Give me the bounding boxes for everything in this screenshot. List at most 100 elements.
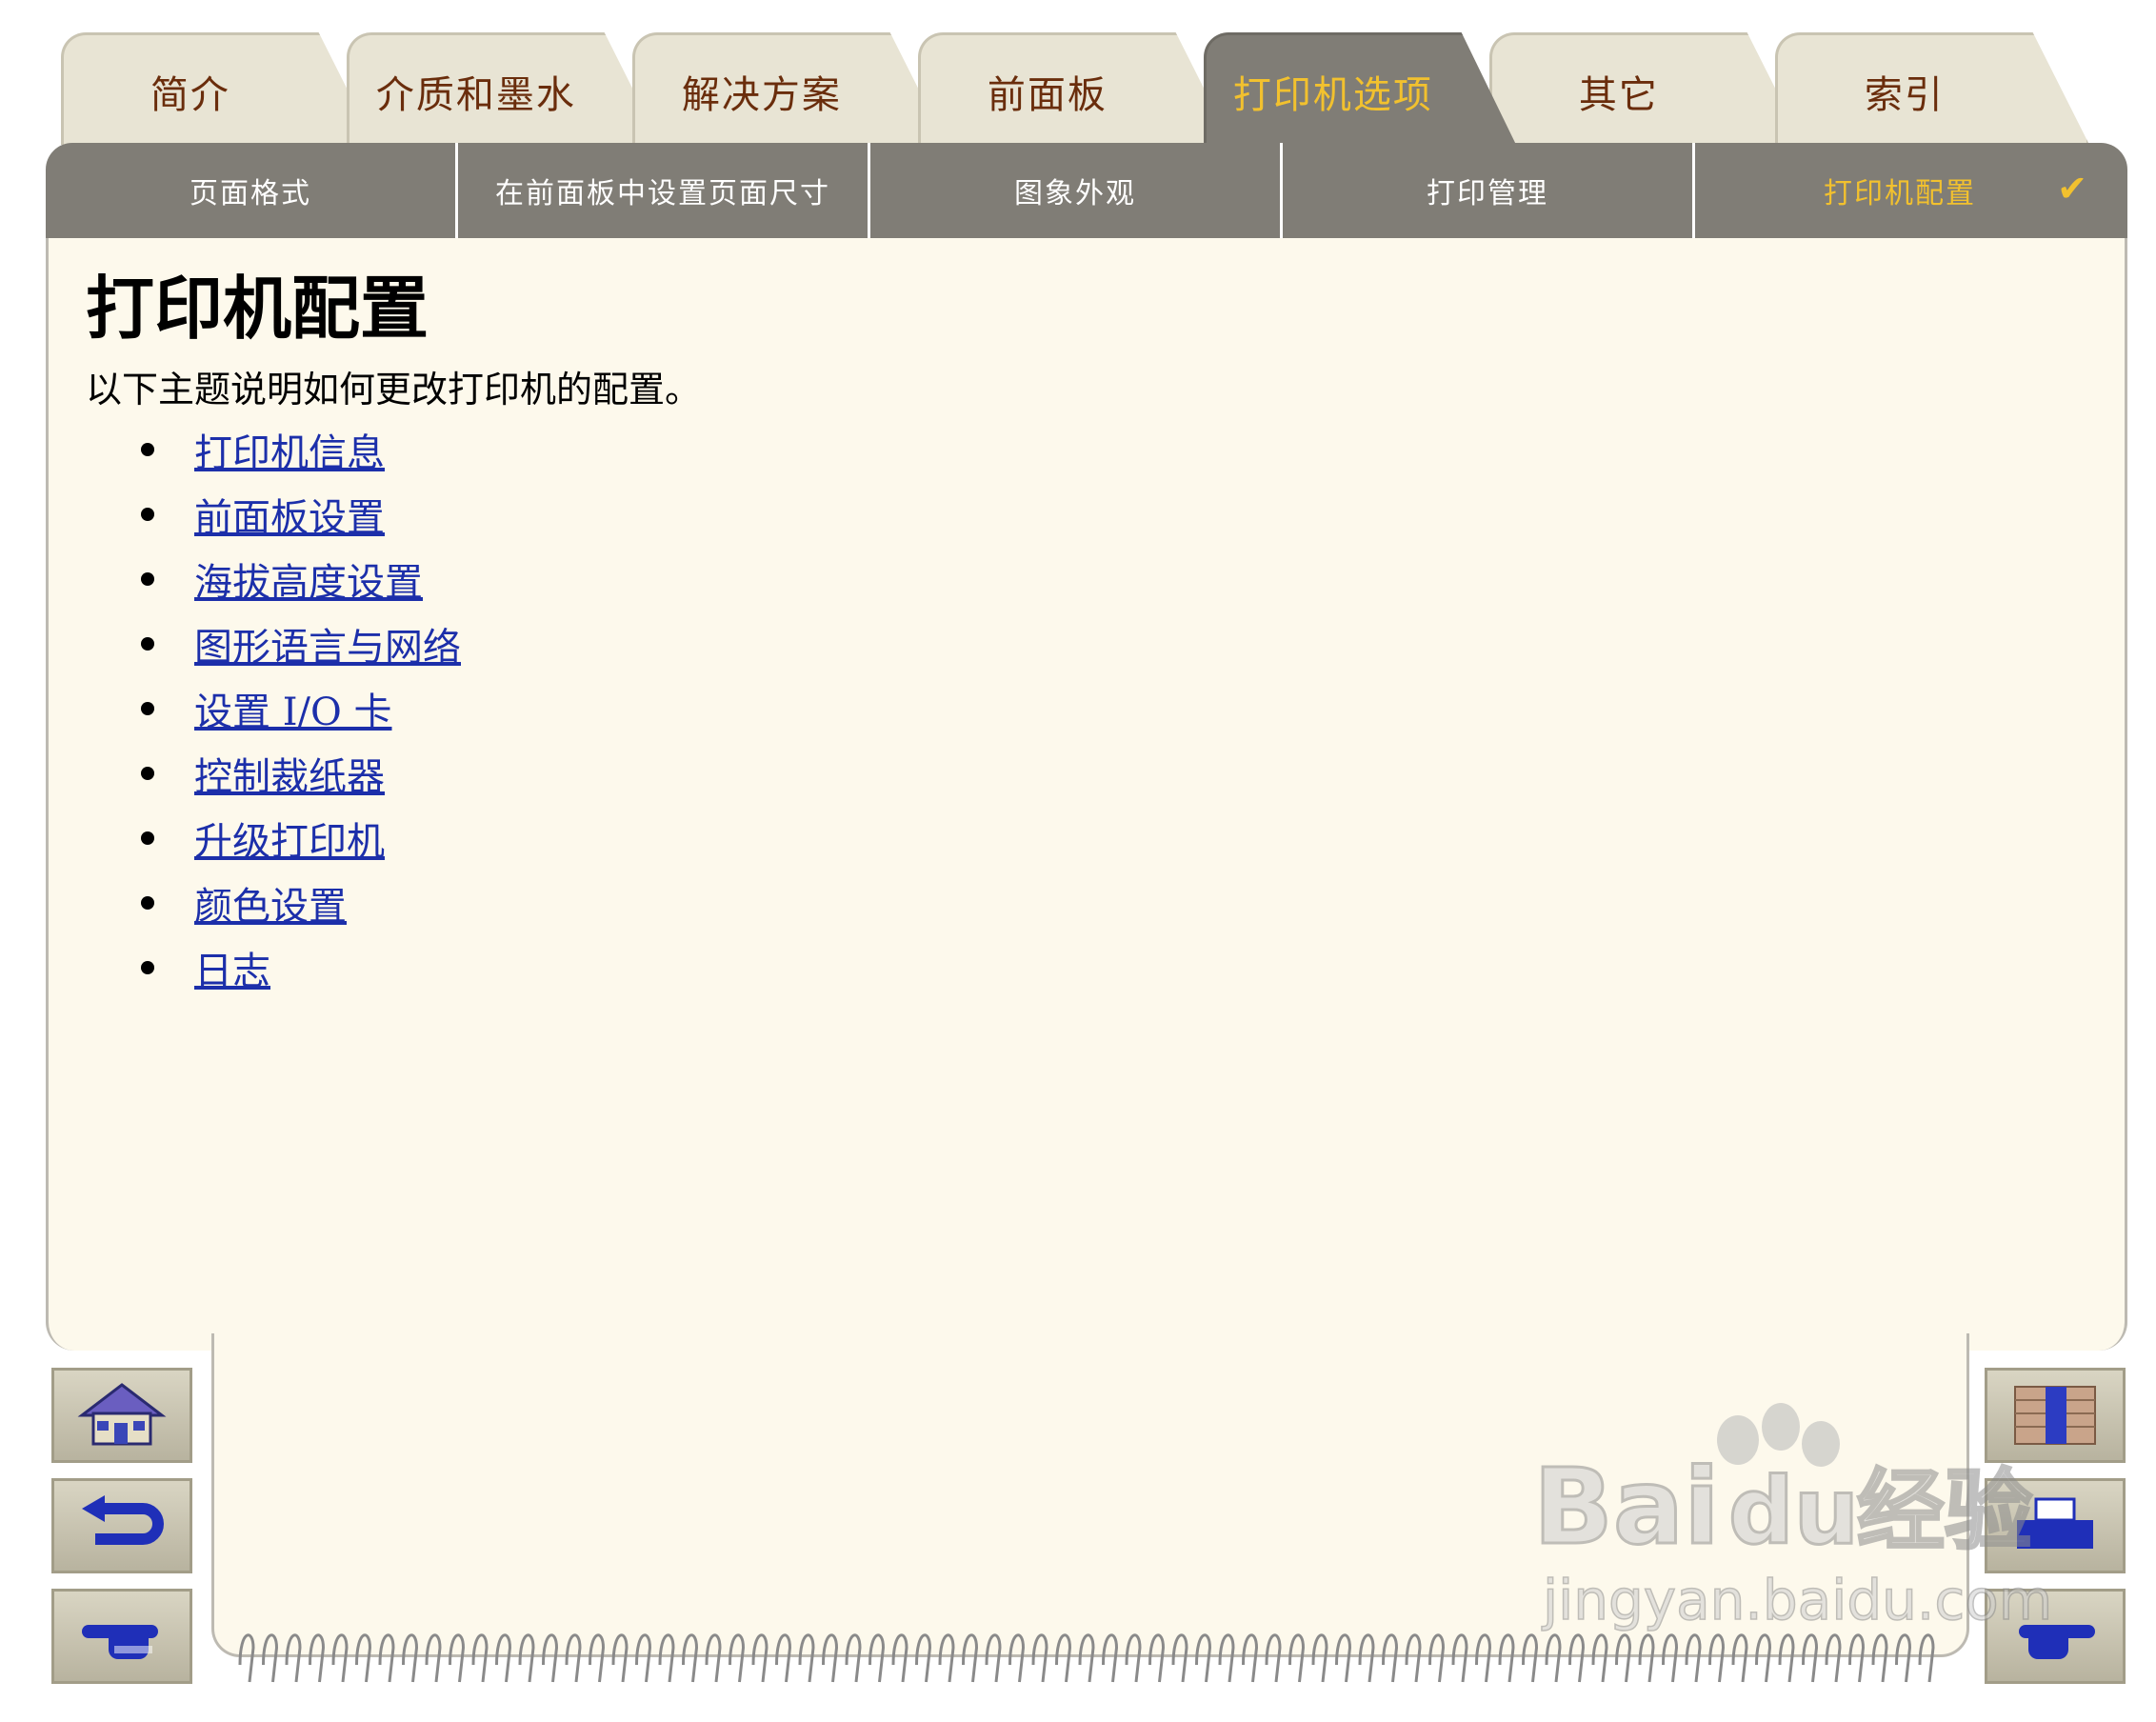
tab-solutions[interactable]: 解决方案 xyxy=(632,32,947,145)
subnav-printer-config[interactable]: 打印机配置 ✔ xyxy=(1692,143,2105,238)
link-altitude-settings[interactable]: 海拔高度设置 xyxy=(194,551,423,607)
spiral-coil xyxy=(238,1633,255,1683)
spiral-coil xyxy=(1918,1633,1935,1683)
tab-index[interactable]: 索引 xyxy=(1775,32,2089,145)
spiral-coil xyxy=(1218,1633,1235,1683)
spiral-coil xyxy=(1755,1633,1772,1683)
back-button[interactable] xyxy=(51,1478,192,1573)
link-cutter-control[interactable]: 控制裁纸器 xyxy=(194,746,385,801)
next-hand-icon xyxy=(2019,1625,2095,1659)
spiral-coil xyxy=(775,1633,792,1683)
list-item: 控制裁纸器 xyxy=(86,741,461,806)
spiral-coil xyxy=(682,1633,699,1683)
tab-label: 打印机选项 xyxy=(1232,73,1433,117)
spiral-coil xyxy=(1405,1633,1422,1683)
spiral-coil xyxy=(985,1633,1002,1683)
bullet xyxy=(141,961,154,974)
print-button[interactable] xyxy=(1985,1478,2126,1573)
spiral-coil xyxy=(611,1633,629,1683)
spiral-coil xyxy=(1335,1633,1352,1683)
spiral-coil xyxy=(378,1633,395,1683)
index-button[interactable] xyxy=(1985,1368,2126,1463)
bullet xyxy=(141,831,154,845)
link-io-card[interactable]: 设置 I/O 卡 xyxy=(194,681,392,736)
content-panel-bottom xyxy=(211,1333,1969,1657)
index-book-icon xyxy=(2014,1386,2096,1445)
spiral-coil xyxy=(1708,1633,1726,1683)
spiral-coil xyxy=(565,1633,582,1683)
tab-label: 前面板 xyxy=(987,73,1108,117)
spiral-coil xyxy=(1591,1633,1608,1683)
tab-label: 索引 xyxy=(1864,73,1945,117)
page-title: 打印机配置 xyxy=(86,269,429,349)
list-item: 设置 I/O 卡 xyxy=(86,676,461,741)
spiral-coil xyxy=(1148,1633,1166,1683)
intro-text: 以下主题说明如何更改打印机的配置。 xyxy=(86,369,702,410)
spiral-coil xyxy=(1895,1633,1912,1683)
link-log[interactable]: 日志 xyxy=(194,940,270,995)
spiral-coil xyxy=(1498,1633,1515,1683)
spiral-coil xyxy=(449,1633,466,1683)
spiral-coil xyxy=(1568,1633,1586,1683)
previous-page-button[interactable] xyxy=(51,1589,192,1684)
tab-intro[interactable]: 简介 xyxy=(61,32,375,145)
link-upgrade-printer[interactable]: 升级打印机 xyxy=(194,811,385,866)
link-front-panel-settings[interactable]: 前面板设置 xyxy=(194,487,385,542)
tab-bar: 简介 介质和墨水 解决方案 前面板 打印机选项 其它 索引 xyxy=(61,32,2108,149)
spiral-coil xyxy=(1195,1633,1212,1683)
home-button[interactable] xyxy=(51,1368,192,1463)
tab-printer-options[interactable]: 打印机选项 xyxy=(1204,32,1518,149)
spiral-coil xyxy=(1451,1633,1468,1683)
spiral-coil xyxy=(705,1633,722,1683)
tab-label: 其它 xyxy=(1578,73,1659,117)
spiral-coil xyxy=(1288,1633,1306,1683)
tab-other[interactable]: 其它 xyxy=(1489,32,1804,145)
spiral-coil xyxy=(635,1633,652,1683)
spiral-coil xyxy=(1615,1633,1632,1683)
spiral-coil xyxy=(1871,1633,1888,1683)
spiral-coil xyxy=(962,1633,979,1683)
spiral-binding xyxy=(238,1633,1935,1683)
next-page-button[interactable] xyxy=(1985,1589,2126,1684)
sub-nav: 页面格式 在前面板中设置页面尺寸 图象外观 打印管理 打印机配置 ✔ xyxy=(46,143,2127,238)
spiral-coil xyxy=(868,1633,886,1683)
spiral-coil xyxy=(1078,1633,1095,1683)
link-color-settings[interactable]: 颜色设置 xyxy=(194,875,347,931)
printer-icon xyxy=(2017,1497,2093,1549)
tab-front-panel[interactable]: 前面板 xyxy=(918,32,1232,145)
link-graphics-language-network[interactable]: 图形语言与网络 xyxy=(194,616,461,671)
bullet xyxy=(141,767,154,780)
spiral-coil xyxy=(938,1633,955,1683)
spiral-coil xyxy=(845,1633,862,1683)
list-item: 打印机信息 xyxy=(86,417,461,482)
spiral-coil xyxy=(1545,1633,1562,1683)
spiral-coil xyxy=(1311,1633,1328,1683)
tab-label: 介质和墨水 xyxy=(375,73,576,117)
spiral-coil xyxy=(1731,1633,1748,1683)
tab-media-ink[interactable]: 介质和墨水 xyxy=(347,32,661,145)
bullet xyxy=(141,443,154,456)
subnav-set-page-size[interactable]: 在前面板中设置页面尺寸 xyxy=(455,143,868,238)
spiral-coil xyxy=(495,1633,512,1683)
list-item: 图形语言与网络 xyxy=(86,611,461,676)
bullet xyxy=(141,637,154,651)
spiral-coil xyxy=(355,1633,372,1683)
spiral-coil xyxy=(1358,1633,1375,1683)
spiral-coil xyxy=(589,1633,606,1683)
spiral-coil xyxy=(471,1633,489,1683)
spiral-coil xyxy=(1102,1633,1119,1683)
subnav-page-format[interactable]: 页面格式 xyxy=(46,143,455,238)
forward-hand-icon xyxy=(82,1625,158,1659)
spiral-coil xyxy=(262,1633,279,1683)
link-printer-info[interactable]: 打印机信息 xyxy=(194,422,385,477)
subnav-print-management[interactable]: 打印管理 xyxy=(1280,143,1692,238)
bullet xyxy=(141,572,154,586)
spiral-coil xyxy=(1848,1633,1866,1683)
spiral-coil xyxy=(425,1633,442,1683)
spiral-coil xyxy=(542,1633,559,1683)
spiral-coil xyxy=(1475,1633,1492,1683)
check-icon: ✔ xyxy=(2057,168,2089,210)
bullet xyxy=(141,896,154,910)
subnav-image-appearance[interactable]: 图象外观 xyxy=(868,143,1280,238)
spiral-coil xyxy=(1031,1633,1048,1683)
